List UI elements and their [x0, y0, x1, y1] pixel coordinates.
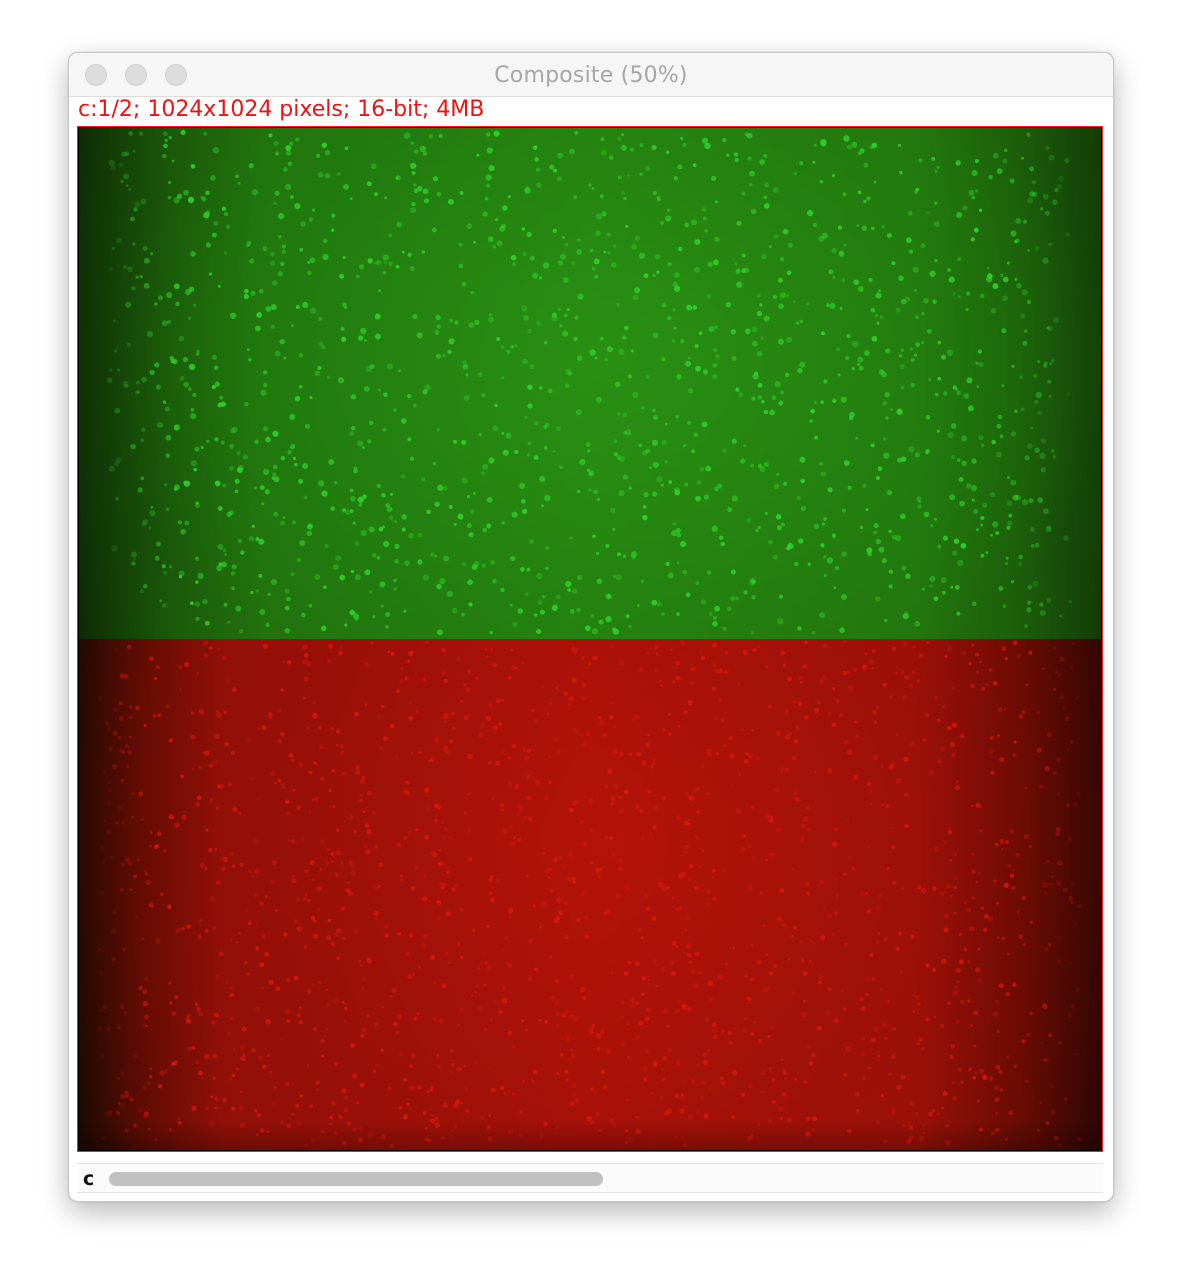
- channel-slider-bar: c: [77, 1163, 1103, 1193]
- channel-scrollbar[interactable]: [107, 1168, 1097, 1188]
- title-bar[interactable]: Composite (50%): [69, 53, 1113, 97]
- channel-scrollbar-thumb[interactable]: [109, 1172, 603, 1186]
- image-canvas[interactable]: [77, 126, 1103, 1152]
- image-info-line: c:1/2; 1024x1024 pixels; 16-bit; 4MB: [78, 97, 485, 122]
- image-window: Composite (50%) c:1/2; 1024x1024 pixels;…: [68, 52, 1114, 1202]
- fluorescence-spots: [97, 129, 1082, 1149]
- channel-slider-label: c: [83, 1168, 95, 1190]
- window-title: Composite (50%): [494, 63, 688, 88]
